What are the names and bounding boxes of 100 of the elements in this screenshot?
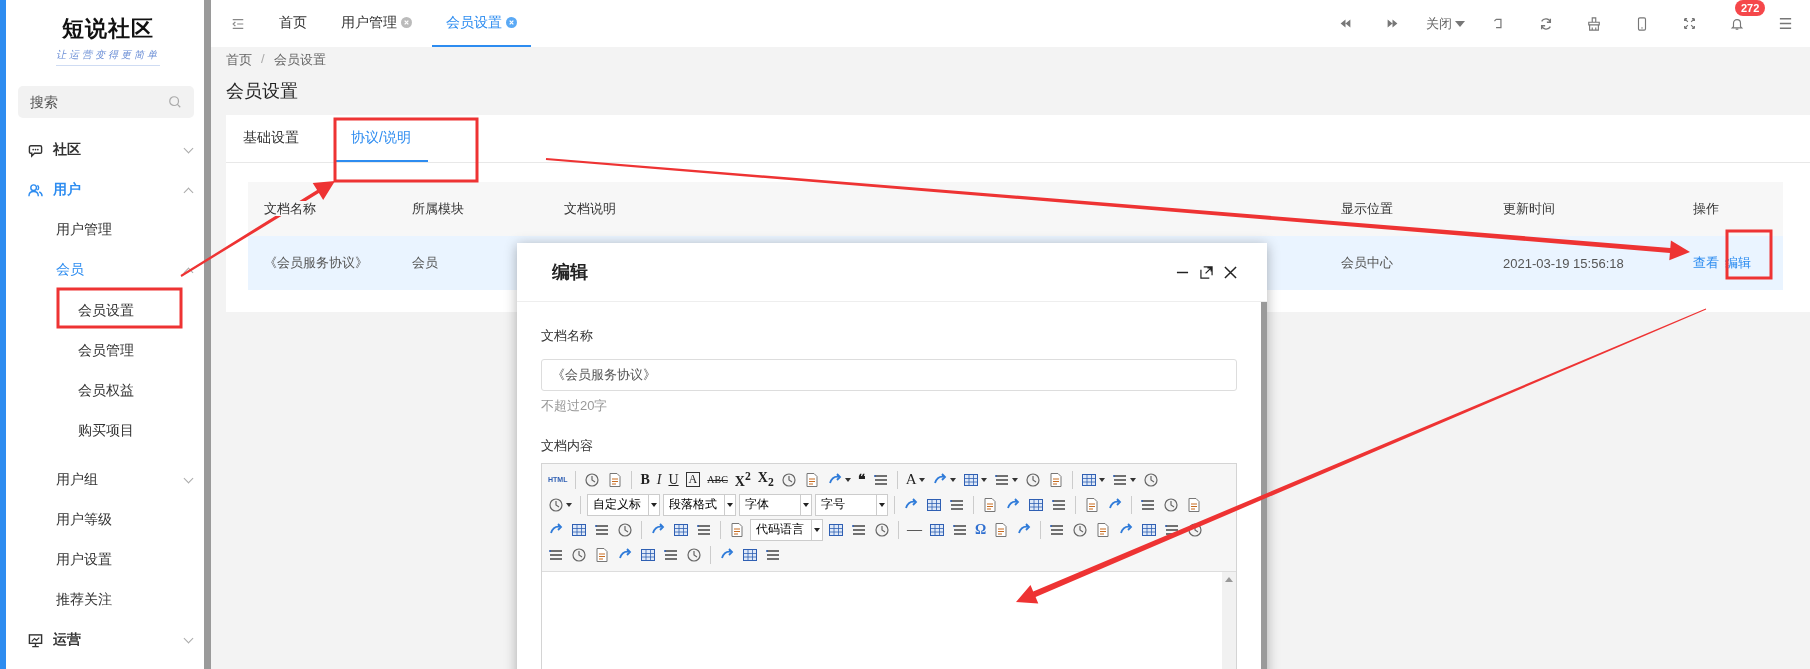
refresh-icon[interactable] (1539, 16, 1553, 31)
menu-icon[interactable] (1778, 16, 1793, 31)
document-icon (607, 471, 624, 488)
fullscreen-icon[interactable] (1683, 17, 1696, 30)
tab-label: 用户管理 (341, 13, 397, 32)
table-icon (926, 496, 942, 513)
menu-item[interactable]: 购买项目 (12, 410, 204, 450)
table-icon (640, 546, 656, 563)
menu-item[interactable]: 用户等级 (12, 500, 204, 540)
editor-tool-button[interactable]: U (666, 469, 681, 490)
document-icon (729, 521, 745, 538)
document-icon (993, 521, 1010, 538)
menu-label: 用户等级 (56, 511, 113, 529)
monitor-icon (28, 632, 43, 648)
scrollbar[interactable] (204, 0, 211, 669)
scroll-up-icon[interactable] (1225, 577, 1233, 582)
tab-label: 会员设置 (446, 13, 502, 32)
clock-icon (780, 471, 797, 488)
column-header: 显示位置 (1341, 201, 1393, 216)
menu-label: 用户组 (56, 471, 99, 489)
tab[interactable]: 基础设置 (226, 115, 316, 162)
breadcrumb-separator: / (261, 51, 265, 68)
menu-item[interactable]: 会员权益 (12, 370, 204, 410)
table-icon (962, 471, 979, 488)
field-hint: 不超过20字 (541, 397, 609, 415)
editor-select[interactable]: 段落格式 (663, 493, 736, 516)
scrollbar[interactable] (1222, 572, 1236, 669)
fast-forward-icon[interactable] (1386, 17, 1399, 30)
document-icon (982, 496, 998, 513)
breadcrumb-item[interactable]: 会员设置 (273, 51, 326, 69)
menu-label: 会员 (56, 261, 85, 279)
logo-text: 短说社区 (62, 15, 154, 43)
editor-select[interactable]: 字号 (815, 493, 888, 516)
field-label: 文档内容 (541, 437, 594, 455)
editor-tool-button[interactable]: — (905, 519, 924, 540)
editor-tool-button[interactable]: I (654, 469, 664, 490)
phone-icon[interactable] (1635, 16, 1649, 31)
menu-label: 用户 (53, 181, 82, 199)
close-menu[interactable]: 关闭 (1426, 14, 1465, 33)
search-field[interactable]: 搜索 (18, 86, 194, 118)
table-cell: 会员 (412, 255, 438, 270)
clock-icon (571, 546, 587, 563)
menu-label: 社区 (53, 141, 82, 159)
page-tab[interactable]: 会员设置 (432, 0, 531, 47)
bell-icon[interactable] (1730, 16, 1744, 31)
editor-select[interactable]: 自定义标 (587, 493, 660, 516)
editor-tool-button[interactable]: ABC (705, 469, 730, 490)
caret-icon (814, 527, 820, 532)
clock-icon (617, 521, 633, 538)
page-tab[interactable]: 用户管理 (327, 0, 426, 47)
menu-item[interactable]: 会员管理 (12, 330, 204, 370)
table-icon (742, 546, 758, 563)
caret-icon (803, 502, 809, 507)
table-icon (571, 521, 587, 538)
broom-icon[interactable] (1587, 16, 1601, 31)
menu-item[interactable]: 运营 (12, 620, 204, 660)
table-cell: 2021-03-19 15:56:18 (1503, 255, 1624, 271)
document-icon (1095, 521, 1112, 538)
caret-icon (1455, 20, 1465, 27)
rewind-icon[interactable] (1339, 17, 1352, 30)
editor-select[interactable]: 字体 (739, 493, 812, 516)
column-header: 所属模块 (412, 201, 464, 216)
table-icon (673, 521, 689, 538)
document-icon (1047, 471, 1064, 488)
menu-fold-icon[interactable] (231, 16, 245, 31)
menu-item[interactable]: 推荐关注 (12, 580, 204, 620)
editor-tool-button[interactable]: B (638, 469, 652, 490)
breadcrumb-item[interactable]: 首页 (226, 51, 252, 69)
menu-item[interactable]: 用户设置 (12, 540, 204, 580)
page-tab[interactable]: 首页 (265, 0, 321, 47)
scrollbar[interactable] (1261, 302, 1267, 669)
highlight-box (1725, 229, 1773, 280)
name-input-field[interactable]: 《会员服务协议》 (541, 359, 1237, 391)
menu-label: 推荐关注 (56, 591, 113, 609)
tab-label: 首页 (279, 13, 307, 32)
table-icon (1028, 496, 1044, 513)
column-header: 操作 (1693, 201, 1719, 216)
editor-tool-button[interactable]: ❝ (855, 469, 868, 490)
clock-icon (1163, 496, 1179, 513)
menu-item[interactable]: 会员设置 (12, 290, 204, 330)
field-label: 文档名称 (541, 327, 594, 345)
document-icon (1084, 496, 1100, 513)
editor-tool-button[interactable]: X$^{2}$ (732, 469, 753, 490)
editor-tool-button[interactable]: Ω (973, 519, 989, 540)
editor-tool-button[interactable]: X$_{2}$ (755, 469, 776, 490)
editor-select[interactable]: 代码语言 (750, 518, 823, 541)
maximize-icon[interactable] (1200, 265, 1213, 279)
menu-item[interactable]: 社区 (12, 130, 204, 170)
editor-tool-button[interactable]: A (683, 469, 703, 490)
users-icon (28, 182, 43, 198)
table-icon (828, 521, 844, 538)
dialog-title: 编辑 (552, 261, 589, 284)
return-icon[interactable] (1492, 17, 1505, 30)
editor-tool-button[interactable]: A (903, 469, 927, 490)
table-icon (1141, 521, 1158, 538)
page-title: 会员设置 (226, 80, 299, 103)
close-icon[interactable] (1224, 265, 1237, 279)
menu-item[interactable]: 用户组 (12, 460, 204, 500)
tab[interactable]: 协议/说明 (334, 115, 428, 162)
menu-item[interactable]: 用户管理 (12, 210, 204, 250)
